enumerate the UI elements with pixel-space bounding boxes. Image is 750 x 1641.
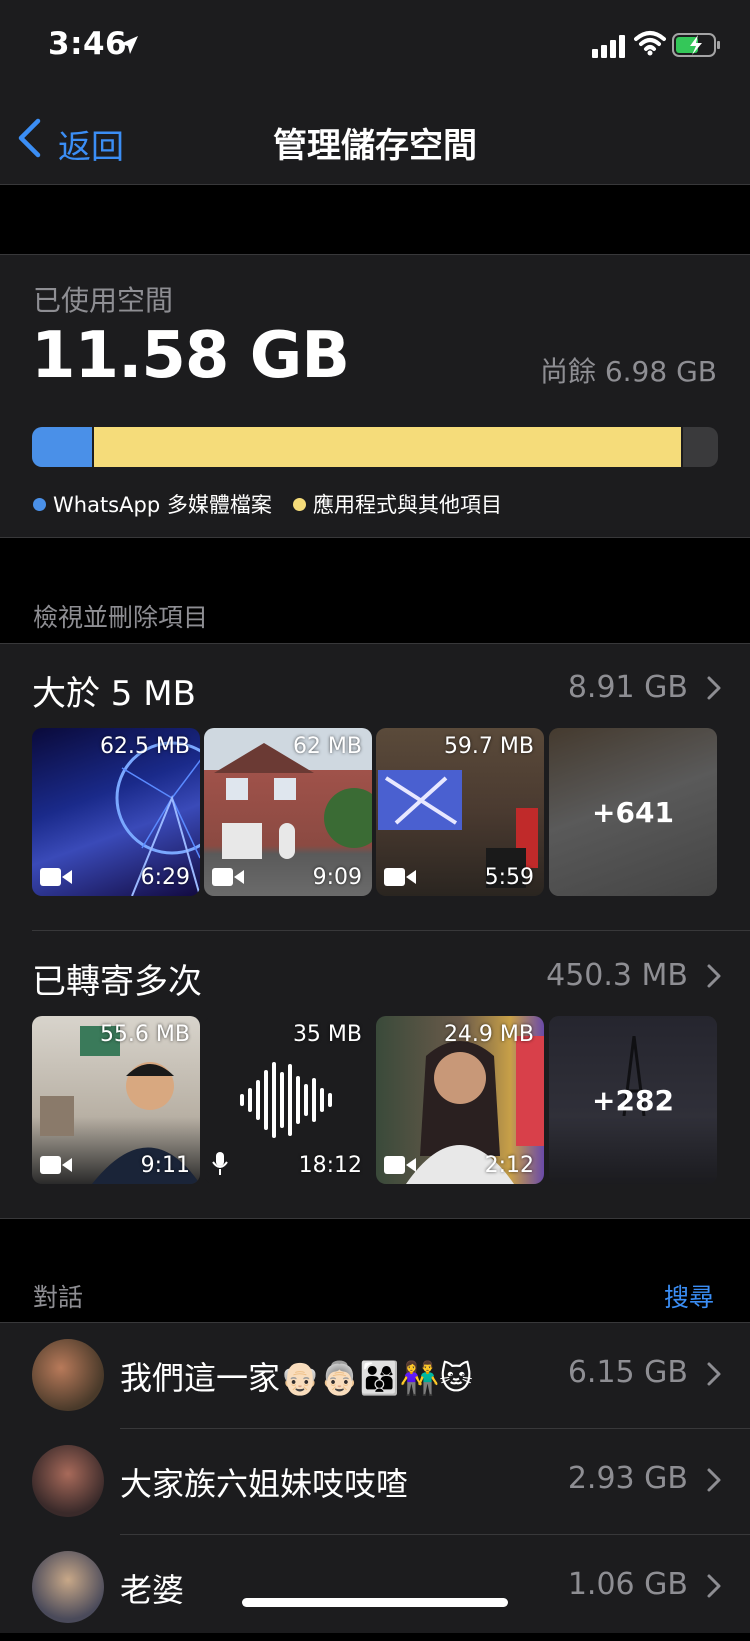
storage-summary-card: 已使用空間 11.58 GB 尚餘 6.98 GB WhatsApp 多媒體檔案… (0, 254, 750, 538)
video-icon (384, 1156, 416, 1174)
home-indicator[interactable] (242, 1598, 508, 1607)
chevron-right-icon (707, 1362, 721, 1386)
more-count: +282 (549, 1016, 717, 1184)
avatar (32, 1445, 104, 1517)
larger-than-5mb-size: 8.91 GB (567, 670, 688, 705)
tile-duration: 9:09 (312, 865, 362, 890)
media-thumbnail[interactable]: 24.9 MB 2:12 (376, 1016, 544, 1184)
media-thumbnail[interactable]: 62.5 MB 6:29 (32, 728, 200, 896)
avatar (32, 1551, 104, 1623)
storage-usage-bar (32, 427, 718, 467)
audio-thumbnail[interactable]: 35 MB 18:12 (204, 1016, 372, 1184)
legend-media-dot (33, 497, 46, 511)
larger-than-5mb-row[interactable]: 大於 5 MB 8.91 GB (0, 644, 750, 724)
chevron-right-icon (707, 1574, 721, 1598)
page-title: 管理儲存空間 (273, 126, 477, 166)
media-thumbnail[interactable]: 55.6 MB 9:11 (32, 1016, 200, 1184)
legend-media-label: WhatsApp 多媒體檔案 (53, 493, 272, 517)
tile-duration: 18:12 (298, 1153, 362, 1178)
storage-bar-media-segment (32, 427, 92, 467)
video-icon (40, 868, 72, 886)
legend-apps-dot (293, 497, 306, 511)
more-large-items-tile[interactable]: +641 (549, 728, 717, 896)
chat-size: 6.15 GB (567, 1355, 688, 1390)
legend-apps: 應用程式與其他項目 (293, 489, 502, 519)
chat-size: 1.06 GB (567, 1567, 688, 1602)
storage-bar-apps-segment (92, 427, 683, 467)
avatar (32, 1339, 104, 1411)
chats-list: 我們這一家👴🏻👵🏻👨‍👩‍👦👫🐱 6.15 GB 大家族六姐妹吱吱喳 2.93 … (0, 1322, 750, 1633)
tile-size: 55.6 MB (99, 1022, 190, 1047)
location-arrow-icon (120, 36, 138, 54)
video-icon (40, 1156, 72, 1174)
chat-row[interactable]: 我們這一家👴🏻👵🏻👨‍👩‍👦👫🐱 6.15 GB (0, 1323, 750, 1429)
audio-waveform-icon (240, 1062, 332, 1138)
forwarded-many-times-size: 450.3 MB (546, 958, 688, 993)
tile-size: 62.5 MB (99, 734, 190, 759)
tile-size: 62 MB (292, 734, 362, 759)
mic-icon (212, 1152, 228, 1175)
tile-duration: 9:11 (140, 1153, 190, 1178)
chat-name: 我們這一家👴🏻👵🏻👨‍👩‍👦👫🐱 (120, 1359, 473, 1397)
tile-size: 35 MB (292, 1022, 362, 1047)
tile-duration: 2:12 (484, 1153, 534, 1178)
chevron-right-icon (707, 676, 721, 700)
wifi-icon (634, 31, 666, 56)
chat-name: 老婆 (120, 1571, 185, 1609)
video-icon (212, 868, 244, 886)
tile-size: 59.7 MB (443, 734, 534, 759)
chat-name: 大家族六姐妹吱吱喳 (120, 1465, 409, 1503)
chats-section-header: 對話 (33, 1283, 84, 1312)
navigation-bar: 返回 管理儲存空間 (0, 92, 750, 185)
chat-row[interactable]: 大家族六姐妹吱吱喳 2.93 GB (0, 1429, 750, 1535)
video-icon (384, 868, 416, 886)
used-space-value: 11.58 GB (31, 319, 350, 393)
cellular-signal-icon (592, 35, 625, 58)
legend-apps-label: 應用程式與其他項目 (313, 493, 502, 517)
tile-duration: 6:29 (140, 865, 190, 890)
more-forwarded-items-tile[interactable]: +282 (549, 1016, 717, 1184)
remaining-space: 尚餘 6.98 GB (539, 355, 717, 388)
chat-size: 2.93 GB (567, 1461, 688, 1496)
review-items-card: 大於 5 MB 8.91 GB 62.5 MB 6:29 62 MB 9:09 (0, 643, 750, 1219)
larger-than-5mb-title: 大於 5 MB (32, 674, 196, 714)
divider (32, 930, 750, 931)
media-thumbnail[interactable]: 62 MB 9:09 (204, 728, 372, 896)
tile-duration: 5:59 (484, 865, 534, 890)
search-button[interactable]: 搜尋 (664, 1278, 714, 1314)
more-count: +641 (549, 728, 717, 896)
chat-row[interactable]: 老婆 1.06 GB (0, 1535, 750, 1641)
media-thumbnail[interactable]: 59.7 MB 5:59 (376, 728, 544, 896)
status-time: 3:46 (48, 26, 128, 62)
review-section-header: 檢視並刪除項目 (33, 603, 209, 632)
status-bar: 3:46 (0, 0, 750, 92)
forwarded-many-times-title: 已轉寄多次 (32, 962, 202, 1002)
chevron-right-icon (707, 1468, 721, 1492)
chevron-right-icon (707, 964, 721, 988)
forwarded-many-times-row[interactable]: 已轉寄多次 450.3 MB (0, 932, 750, 1012)
used-space-label: 已使用空間 (33, 284, 174, 317)
battery-charging-icon (672, 33, 720, 57)
tile-size: 24.9 MB (443, 1022, 534, 1047)
legend-media: WhatsApp 多媒體檔案 (33, 489, 272, 519)
